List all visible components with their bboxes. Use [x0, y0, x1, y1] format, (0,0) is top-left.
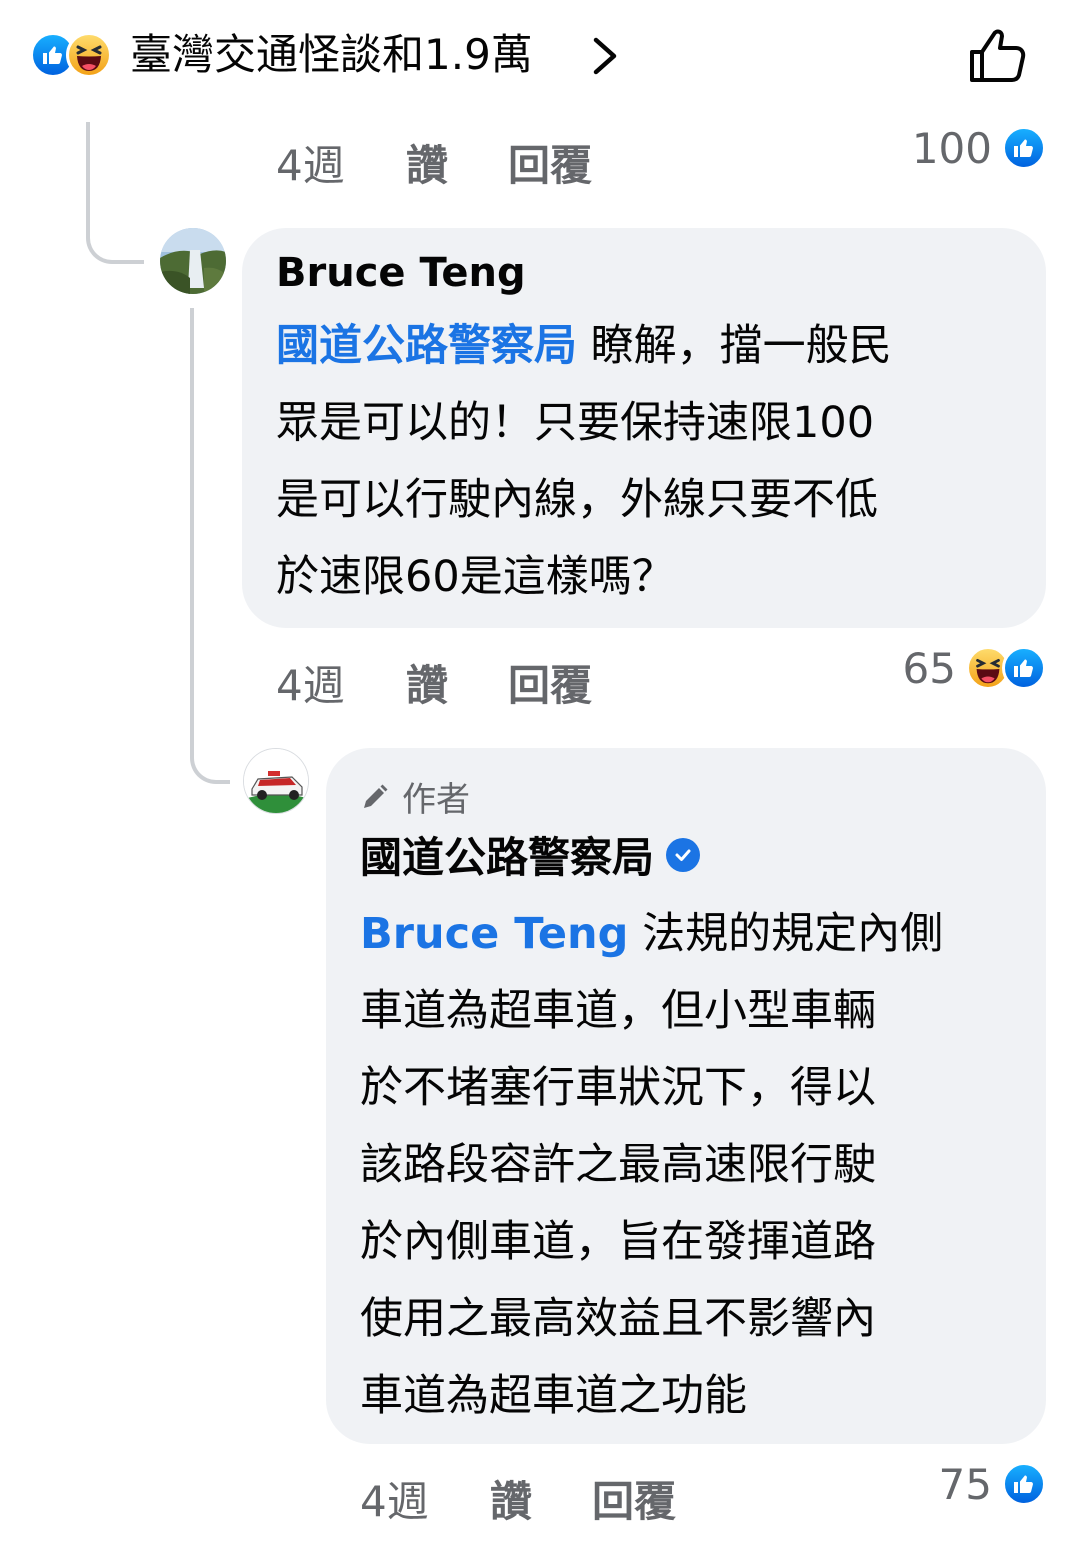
- parent-comment-actions: 4週 讚 回覆: [276, 132, 592, 192]
- comment-actions: 4週 讚 回覆: [360, 1468, 676, 1528]
- comment-text: 是可以行駛內線，外線只要不低: [276, 475, 878, 525]
- comment-text: 於速限60是這樣嗎？: [276, 552, 675, 602]
- like-button[interactable]: 讚: [490, 1468, 592, 1529]
- comment-time[interactable]: 4週: [276, 132, 406, 193]
- author-tag: 作者: [360, 772, 470, 821]
- reply-button[interactable]: 回覆: [508, 132, 592, 193]
- like-button[interactable]: 讚: [406, 132, 508, 193]
- reaction-summary-text[interactable]: 臺灣交通怪談和1.9萬: [130, 28, 533, 82]
- pencil-icon: [364, 784, 388, 808]
- like-reaction-icon: [1002, 126, 1046, 170]
- comment-time[interactable]: 4週: [276, 652, 406, 713]
- comment-body: 國道公路警察局 瞭解，擋一般民 眾是可以的！只要保持速限100 是可以行駛內線，…: [276, 308, 1036, 616]
- comment-text: 眾是可以的！只要保持速限100: [276, 398, 875, 448]
- chevron-right-icon[interactable]: [588, 36, 622, 76]
- comment-body: Bruce Teng 法規的規定內側 車道為超車道，但小型車輛 於不堵塞行車狀況…: [360, 896, 1040, 1435]
- mention-link[interactable]: Bruce Teng: [360, 909, 628, 959]
- reply-button[interactable]: 回覆: [508, 652, 592, 713]
- comment-text: 瞭解，擋一般民: [577, 321, 892, 371]
- author-tag-label: 作者: [402, 780, 470, 820]
- reaction-count: 75: [938, 1459, 992, 1509]
- reply-button[interactable]: 回覆: [592, 1468, 676, 1529]
- like-button[interactable]: 讚: [406, 652, 508, 713]
- comment-text: 使用之最高效益且不影響內: [360, 1294, 876, 1344]
- reaction-count: 65: [902, 643, 956, 693]
- avatar[interactable]: [160, 228, 226, 294]
- thread-line-reply: [190, 308, 230, 784]
- comment-actions: 4週 讚 回覆: [276, 652, 592, 712]
- parent-reaction-count[interactable]: 100: [912, 118, 1046, 178]
- comment-text: 於內側車道，旨在發揮道路: [360, 1217, 876, 1267]
- comment-bubble: 作者 國道公路警察局 Bruce Teng 法規的規定內側 車道為超車道，但小型…: [326, 748, 1046, 1444]
- like-reaction-icon: [1002, 646, 1046, 690]
- author-row: 國道公路警察局: [360, 824, 701, 885]
- comment-text: 該路段容許之最高速限行駛: [360, 1140, 876, 1190]
- reaction-count: 100: [911, 123, 992, 173]
- comment-reaction-count[interactable]: 65: [903, 638, 1046, 698]
- comment-text: 車道為超車道，但小型車輛: [360, 986, 876, 1036]
- thread-line-parent: [86, 122, 144, 264]
- comment-text: 於不堵塞行車狀況下，得以: [360, 1063, 876, 1113]
- avatar[interactable]: [243, 748, 309, 814]
- mention-link[interactable]: 國道公路警察局: [276, 321, 577, 371]
- verified-badge-icon: [666, 837, 701, 872]
- comment-text: 法規的規定內側: [628, 909, 944, 959]
- comment-author[interactable]: 國道公路警察局: [360, 824, 654, 885]
- comment-bubble: Bruce Teng 國道公路警察局 瞭解，擋一般民 眾是可以的！只要保持速限1…: [242, 228, 1046, 628]
- comment-reaction-count[interactable]: 75: [939, 1454, 1046, 1514]
- reaction-summary-bar[interactable]: 臺灣交通怪談和1.9萬: [0, 0, 1080, 110]
- thumbs-up-outline-icon[interactable]: [966, 26, 1028, 86]
- comment-text: 車道為超車道之功能: [360, 1371, 747, 1421]
- reaction-icons: [30, 32, 112, 78]
- comment-author[interactable]: Bruce Teng: [276, 250, 526, 296]
- haha-reaction-icon: [66, 32, 112, 78]
- like-reaction-icon: [1002, 1462, 1046, 1506]
- comment-time[interactable]: 4週: [360, 1468, 490, 1529]
